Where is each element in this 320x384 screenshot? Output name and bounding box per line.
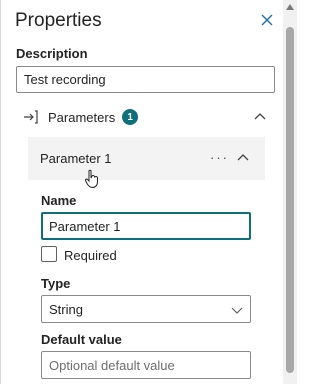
parameter-header-label: Parameter 1 — [40, 151, 112, 166]
chevron-down-icon — [231, 307, 243, 314]
more-options-button[interactable]: ··· — [210, 150, 229, 165]
default-value-placeholder: Optional default value — [49, 357, 175, 373]
name-label: Name — [41, 193, 77, 208]
hand-pointer-icon — [84, 169, 98, 189]
name-value: Parameter 1 — [49, 218, 121, 234]
scrollbar[interactable] — [283, 0, 297, 384]
description-value: Test recording — [24, 72, 106, 87]
chevron-up-icon[interactable] — [236, 151, 250, 165]
default-value-label: Default value — [41, 332, 122, 347]
type-label: Type — [41, 276, 71, 291]
chevron-up-icon[interactable] — [253, 110, 267, 124]
description-input[interactable]: Test recording — [16, 66, 275, 93]
required-label: Required — [64, 248, 117, 263]
parameters-section-header[interactable]: Parameters 1 — [23, 106, 271, 128]
parameters-count-badge: 1 — [122, 109, 139, 125]
type-select[interactable]: String — [41, 295, 251, 323]
required-checkbox[interactable] — [41, 246, 57, 262]
panel-title: Properties — [15, 10, 102, 31]
description-label: Description — [16, 46, 88, 61]
scroll-up-arrow-icon[interactable] — [286, 4, 294, 10]
parameters-label: Parameters — [48, 109, 116, 125]
parameter-header[interactable]: Parameter 1 ··· — [28, 137, 265, 180]
close-icon[interactable] — [258, 11, 276, 29]
properties-panel: Properties Description Test recording Pa… — [0, 0, 284, 384]
sign-in-arrow-icon — [24, 110, 38, 124]
default-value-input[interactable]: Optional default value — [41, 351, 251, 379]
name-input[interactable]: Parameter 1 — [41, 212, 251, 240]
type-value: String — [49, 301, 83, 317]
scrollbar-thumb[interactable] — [286, 27, 294, 373]
